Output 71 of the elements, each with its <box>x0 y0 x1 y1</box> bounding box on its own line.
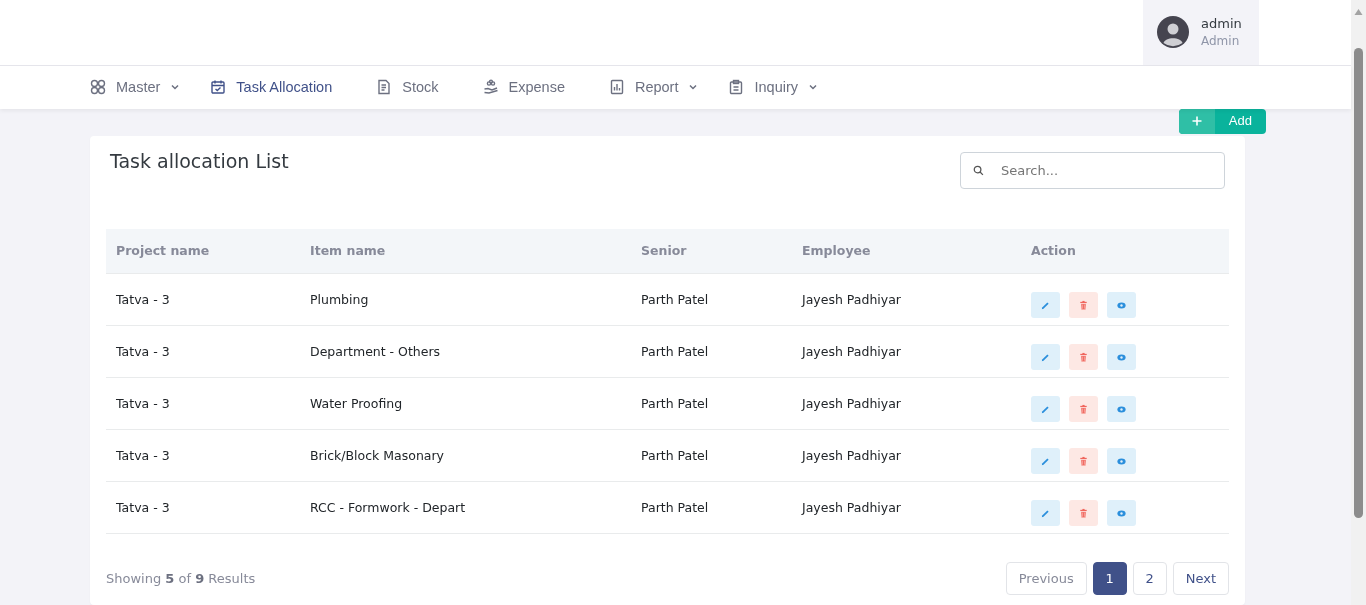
delete-button[interactable] <box>1069 448 1098 474</box>
calendar-icon <box>210 79 227 95</box>
column-header: Project name <box>106 228 300 273</box>
table-cell: Parth Patel <box>631 325 792 378</box>
table-cell: Tatva - 3 <box>106 377 300 430</box>
table-cell: Water Proofing <box>300 377 631 430</box>
table-cell: RCC - Formwork - Depart <box>300 481 631 534</box>
grid-icon <box>90 79 106 95</box>
clipboard-icon <box>728 79 745 95</box>
delete-button[interactable] <box>1069 396 1098 422</box>
table-cell: Jayesh Padhiyar <box>792 325 1021 378</box>
view-button[interactable] <box>1107 292 1136 318</box>
table-cell: Jayesh Padhiyar <box>792 273 1021 326</box>
hand-coins-icon <box>482 79 499 95</box>
search-field[interactable]: Search... <box>960 151 1225 189</box>
view-button[interactable] <box>1107 500 1136 526</box>
view-button[interactable] <box>1107 396 1136 422</box>
table-cell: Tatva - 3 <box>106 481 300 534</box>
column-header: Item name <box>300 228 631 273</box>
chart-icon <box>608 79 625 95</box>
edit-button[interactable] <box>1031 396 1060 422</box>
pagination-button[interactable]: Previous <box>1005 562 1087 595</box>
table-cell: Parth Patel <box>631 429 792 482</box>
table-cell: Jayesh Padhiyar <box>792 481 1021 534</box>
user-name: admin <box>1201 16 1242 32</box>
table-cell: Tatva - 3 <box>106 325 300 378</box>
nav-item[interactable]: Task Allocation <box>210 79 333 95</box>
delete-button[interactable] <box>1069 500 1098 526</box>
table-cell: Tatva - 3 <box>106 429 300 482</box>
trash-icon <box>1078 403 1089 415</box>
edit-button[interactable] <box>1031 344 1060 370</box>
nav-item[interactable]: Inquiry <box>728 79 818 95</box>
scrollbar-drawing[interactable] <box>1351 0 1366 605</box>
nav-item[interactable]: Expense <box>482 79 565 95</box>
edit-button[interactable] <box>1031 500 1060 526</box>
trash-icon <box>1078 507 1089 519</box>
delete-button[interactable] <box>1069 344 1098 370</box>
table-cell: Parth Patel <box>631 377 792 430</box>
pagination-button[interactable]: Next <box>1172 562 1229 595</box>
plus-icon <box>1191 116 1202 126</box>
trash-icon <box>1078 299 1089 311</box>
table-cell: Plumbing <box>300 273 631 326</box>
table-cell: Tatva - 3 <box>106 273 300 326</box>
edit-button[interactable] <box>1031 448 1060 474</box>
card-title: Task allocation List <box>110 149 289 172</box>
column-header: Employee <box>792 228 1021 273</box>
table-cell: Department - Others <box>300 325 631 378</box>
table-cell: Parth Patel <box>631 481 792 534</box>
page-button[interactable]: 2 <box>1132 562 1167 595</box>
add-button[interactable]: Add <box>1178 108 1266 134</box>
table-cell: Parth Patel <box>631 273 792 326</box>
trash-icon <box>1078 351 1089 363</box>
table-cell: Brick/Block Masonary <box>300 429 631 482</box>
nav-item[interactable]: Stock <box>376 79 439 95</box>
column-header: Senior <box>631 228 792 273</box>
table-cell: Jayesh Padhiyar <box>792 377 1021 430</box>
view-button[interactable] <box>1107 344 1136 370</box>
delete-button[interactable] <box>1069 292 1098 318</box>
user-panel[interactable]: admin Admin <box>1143 0 1259 65</box>
avatar-icon <box>1157 16 1189 49</box>
nav-item[interactable]: Report <box>608 79 699 95</box>
column-header: Action <box>1021 228 1229 273</box>
table-cell: Jayesh Padhiyar <box>792 429 1021 482</box>
nav-item[interactable]: Master <box>90 79 181 95</box>
document-icon <box>376 79 393 95</box>
view-button[interactable] <box>1107 448 1136 474</box>
edit-button[interactable] <box>1031 292 1060 318</box>
results-summary: Showing 5 of 9 Results <box>106 571 256 586</box>
trash-icon <box>1078 455 1089 467</box>
page-button[interactable]: 1 <box>1092 562 1127 595</box>
user-role: Admin <box>1201 34 1241 49</box>
